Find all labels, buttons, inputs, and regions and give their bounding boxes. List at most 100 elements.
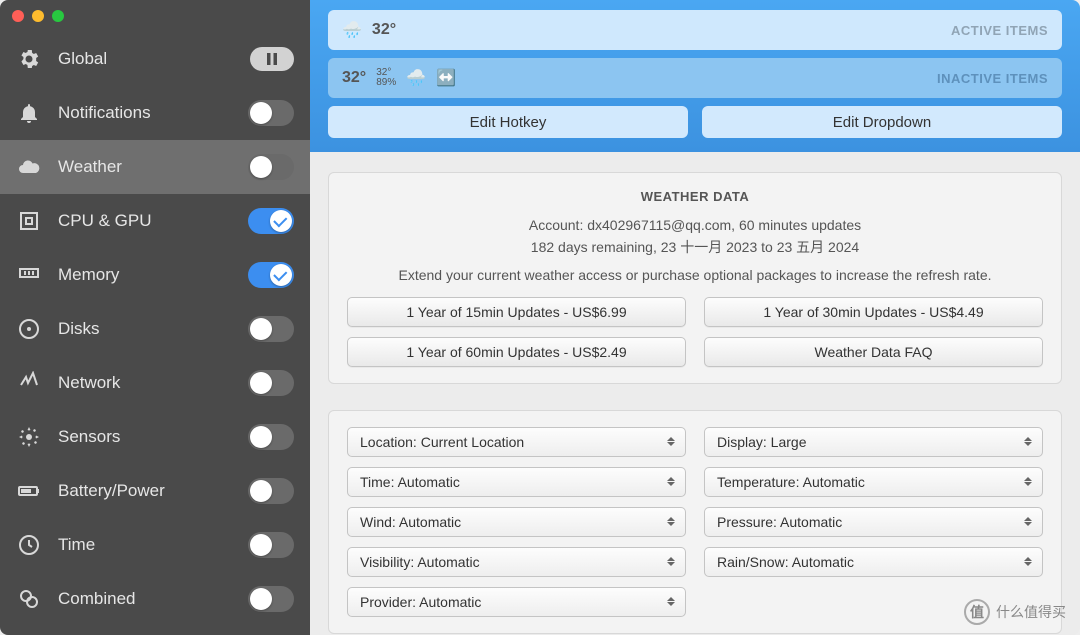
select-value: Display: Large	[717, 434, 807, 450]
sidebar-item-label: Disks	[58, 319, 230, 339]
weather-icon: 🌧️	[342, 20, 362, 40]
wind-select[interactable]: Wind: Automatic	[347, 507, 686, 537]
chevron-updown-icon	[667, 595, 677, 609]
select-value: Wind: Automatic	[360, 514, 461, 530]
sidebar-item-label: CPU & GPU	[58, 211, 230, 231]
sidebar-item-label: Global	[58, 49, 230, 69]
pause-button[interactable]	[250, 47, 294, 71]
weather-data-panel: WEATHER DATA Account: dx402967115@qq.com…	[328, 172, 1062, 384]
sidebar: Global Notifications Weather CPU & GPU Memor…	[0, 0, 310, 635]
inactive-items-label: INACTIVE ITEMS	[937, 71, 1048, 86]
sidebar-item-network[interactable]: Network	[0, 356, 310, 410]
purchase-button-2[interactable]: 1 Year of 60min Updates - US$2.49	[347, 337, 686, 367]
chevron-updown-icon	[667, 555, 677, 569]
sidebar-item-memory[interactable]: Memory	[0, 248, 310, 302]
sidebar-item-disks[interactable]: Disks	[0, 302, 310, 356]
memory-icon	[16, 262, 42, 288]
extend-description: Extend your current weather access or pu…	[347, 267, 1043, 283]
sidebar-item-cpu-gpu[interactable]: CPU & GPU	[0, 194, 310, 248]
main-content: 🌧️ 32° ACTIVE ITEMS 32° 32° 89% 🌧️ ↔️ IN…	[310, 0, 1080, 635]
visibility-select[interactable]: Visibility: Automatic	[347, 547, 686, 577]
provider-select[interactable]: Provider: Automatic	[347, 587, 686, 617]
select-value: Rain/Snow: Automatic	[717, 554, 854, 570]
time-icon	[16, 532, 42, 558]
notifications-icon	[16, 100, 42, 126]
sidebar-item-label: Weather	[58, 157, 230, 177]
purchase-button-0[interactable]: 1 Year of 15min Updates - US$6.99	[347, 297, 686, 327]
active-items-label: ACTIVE ITEMS	[951, 23, 1048, 38]
temperature-select[interactable]: Temperature: Automatic	[704, 467, 1043, 497]
edit-hotkey-button[interactable]: Edit Hotkey	[328, 106, 688, 138]
minimize-icon[interactable]	[32, 10, 44, 22]
sidebar-item-notifications[interactable]: Notifications	[0, 86, 310, 140]
pressure-select[interactable]: Pressure: Automatic	[704, 507, 1043, 537]
sidebar-item-label: Combined	[58, 589, 230, 609]
weather-toggle[interactable]	[248, 154, 294, 180]
select-value: Time: Automatic	[360, 474, 460, 490]
notifications-toggle[interactable]	[248, 100, 294, 126]
sidebar-item-combined[interactable]: Combined	[0, 572, 310, 626]
time-select[interactable]: Time: Automatic	[347, 467, 686, 497]
sidebar-item-label: Notifications	[58, 103, 230, 123]
disks-icon	[16, 316, 42, 342]
sidebar-item-global[interactable]: Global	[0, 32, 310, 86]
weather-options-panel: Location: Current Location Display: Large…	[328, 410, 1062, 634]
select-value: Location: Current Location	[360, 434, 524, 450]
account-line: Account: dx402967115@qq.com, 60 minutes …	[347, 214, 1043, 236]
watermark-icon: 值	[964, 599, 990, 625]
menubar-preview-area: 🌧️ 32° ACTIVE ITEMS 32° 32° 89% 🌧️ ↔️ IN…	[310, 0, 1080, 152]
sidebar-item-time[interactable]: Time	[0, 518, 310, 572]
network-toggle[interactable]	[248, 370, 294, 396]
window-controls	[12, 10, 64, 22]
sensors-toggle[interactable]	[248, 424, 294, 450]
disks-toggle[interactable]	[248, 316, 294, 342]
active-temp: 32°	[372, 21, 396, 39]
global-icon	[16, 46, 42, 72]
sidebar-item-sensors[interactable]: Sensors	[0, 410, 310, 464]
inactive-temp: 32°	[342, 69, 366, 87]
weather-icon	[16, 154, 42, 180]
chevron-updown-icon	[1024, 515, 1034, 529]
sidebar-item-label: Time	[58, 535, 230, 555]
combined-toggle[interactable]	[248, 586, 294, 612]
sidebar-item-label: Battery/Power	[58, 481, 230, 501]
inactive-items-bar[interactable]: 32° 32° 89% 🌧️ ↔️ INACTIVE ITEMS	[328, 58, 1062, 98]
sidebar-item-weather[interactable]: Weather	[0, 140, 310, 194]
close-icon[interactable]	[12, 10, 24, 22]
purchase-button-1[interactable]: 1 Year of 30min Updates - US$4.49	[704, 297, 1043, 327]
preferences-window: Global Notifications Weather CPU & GPU Memor…	[0, 0, 1080, 635]
purchase-button-3[interactable]: Weather Data FAQ	[704, 337, 1043, 367]
chevron-updown-icon	[667, 515, 677, 529]
select-value: Pressure: Automatic	[717, 514, 842, 530]
cpu-gpu-toggle[interactable]	[248, 208, 294, 234]
chevron-updown-icon	[667, 435, 677, 449]
time-toggle[interactable]	[248, 532, 294, 558]
remaining-line: 182 days remaining, 23 十一月 2023 to 23 五月…	[347, 236, 1043, 258]
cpu-gpu-icon	[16, 208, 42, 234]
maximize-icon[interactable]	[52, 10, 64, 22]
settings-scroll[interactable]: WEATHER DATA Account: dx402967115@qq.com…	[310, 152, 1080, 635]
watermark: 值 什么值得买	[964, 599, 1066, 625]
edit-dropdown-button[interactable]: Edit Dropdown	[702, 106, 1062, 138]
inactive-temp-stack: 32° 89%	[376, 68, 396, 88]
memory-toggle[interactable]	[248, 262, 294, 288]
rain-icon: 🌧️	[406, 68, 426, 88]
chevron-updown-icon	[1024, 475, 1034, 489]
display-select[interactable]: Display: Large	[704, 427, 1043, 457]
combined-icon	[16, 586, 42, 612]
battery-icon	[16, 478, 42, 504]
location-select[interactable]: Location: Current Location	[347, 427, 686, 457]
rainsnow-select[interactable]: Rain/Snow: Automatic	[704, 547, 1043, 577]
sidebar-item-battery[interactable]: Battery/Power	[0, 464, 310, 518]
chevron-updown-icon	[1024, 435, 1034, 449]
network-icon	[16, 370, 42, 396]
chevron-updown-icon	[667, 475, 677, 489]
active-items-bar[interactable]: 🌧️ 32° ACTIVE ITEMS	[328, 10, 1062, 50]
watermark-text: 什么值得买	[996, 602, 1066, 622]
select-value: Visibility: Automatic	[360, 554, 480, 570]
sensors-icon	[16, 424, 42, 450]
expand-icon: ↔️	[436, 68, 456, 88]
battery-toggle[interactable]	[248, 478, 294, 504]
sidebar-item-label: Memory	[58, 265, 230, 285]
weather-data-title: WEATHER DATA	[347, 189, 1043, 204]
